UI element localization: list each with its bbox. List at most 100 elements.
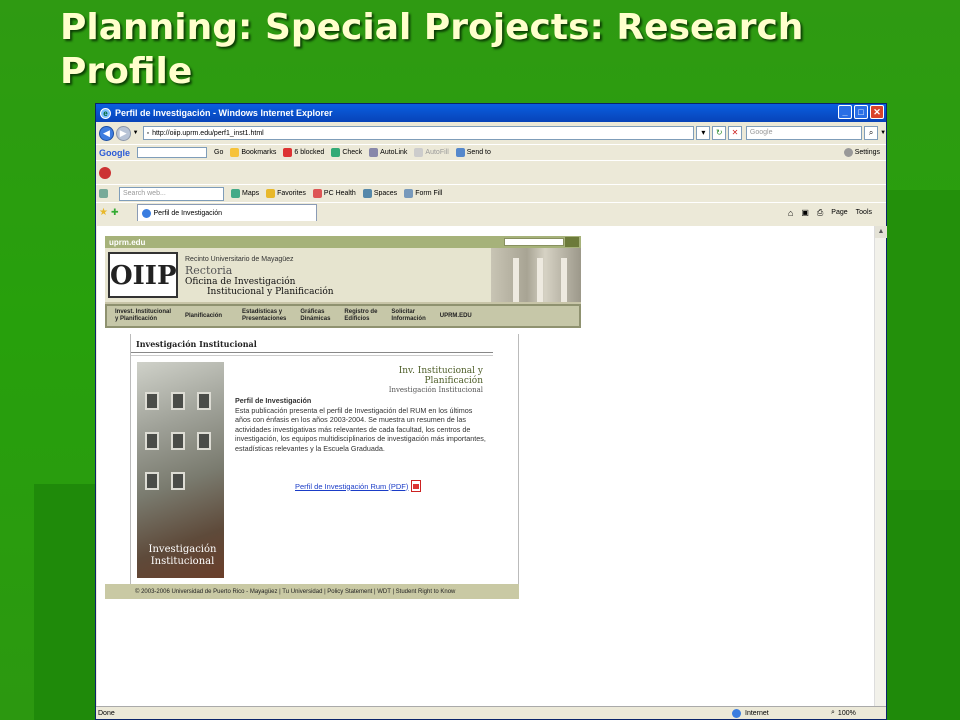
oficina-line-1: Oficina de Investigación [185, 277, 296, 287]
bookmarks-label: Bookmarks [241, 149, 277, 156]
site-topbar: uprm.edu [105, 236, 581, 248]
pdf-icon[interactable] [411, 480, 422, 492]
tab-bar: ★ ✚ Perfil de Investigación ⌂ ▣ ⎙ Page T… [96, 202, 886, 222]
favorites-label: Favorites [277, 190, 306, 197]
close-button[interactable]: ✕ [870, 105, 884, 119]
site-search-button[interactable] [565, 237, 579, 247]
favorites-button[interactable]: Favorites [266, 189, 306, 198]
web-search-input[interactable]: Search web... [119, 186, 224, 201]
page-menu-button[interactable]: Page [831, 209, 847, 216]
settings-button[interactable]: Settings [843, 148, 880, 157]
description-body: Esta publicación presenta el perfil de I… [235, 405, 486, 453]
status-text: Done [98, 709, 115, 717]
menu-graficas[interactable]: Gráficas Dinámicas [300, 309, 330, 323]
autolink-icon [369, 148, 379, 157]
ie-icon: e [100, 107, 111, 119]
browser-window: e Perfil de Investigación - Windows Inte… [95, 103, 887, 720]
forward-button[interactable]: ▶ [115, 125, 131, 141]
browser-search-input[interactable]: Google [745, 126, 863, 140]
oficina-line-2: Institucional y Planificación [207, 287, 334, 297]
autofill-button[interactable]: AutoFill [414, 148, 449, 157]
menu-invest-institucional[interactable]: Invest. Institucional y Planificación [115, 309, 171, 323]
zoom-icon[interactable]: ⌕ [831, 709, 835, 717]
maximize-button[interactable]: □ [854, 105, 868, 119]
address-toolbar: ◀ ▶ ▼ ▫ http://oiip.uprm.edu/perf1_inst1… [96, 122, 886, 144]
site-footer: © 2003-2006 Universidad de Puerto Rico -… [105, 584, 519, 599]
address-dropdown-button[interactable]: ▾ [696, 126, 711, 140]
recinto-text: Recinto Universitario de Mayagüez [185, 256, 294, 263]
refresh-button[interactable]: ↻ [712, 126, 727, 140]
page-icon: ▫ [146, 129, 150, 137]
google-toolbar: Google Go Bookmarks 6 blocked Check Auto… [96, 144, 886, 160]
feeds-icon[interactable]: ▣ [801, 208, 809, 217]
search-options-icon[interactable]: ▼ [880, 130, 886, 136]
history-dropdown-icon[interactable]: ▼ [133, 130, 139, 136]
vertical-scrollbar[interactable]: ▲ [874, 226, 887, 708]
menu-registro-edificios[interactable]: Registro de Edificios [344, 309, 377, 323]
send-icon [455, 148, 465, 157]
stop-button[interactable]: ✕ [728, 126, 742, 140]
spaces-label: Spaces [373, 190, 398, 197]
pdf-link-text[interactable]: Perfil de Investigación Rum (PDF) [295, 482, 408, 491]
maps-button[interactable]: Maps [231, 189, 259, 198]
spaces-icon [362, 189, 372, 198]
send-to-button[interactable]: Send to [455, 148, 491, 157]
tab-perfil[interactable]: Perfil de Investigación [136, 204, 317, 221]
links-toolbar: Search web... Maps Favorites PC Health S… [96, 184, 886, 202]
zoom-level[interactable]: 100% [838, 710, 856, 717]
print-icon[interactable]: ⎙ [817, 208, 823, 218]
menu-estadisticas[interactable]: Estadísticas y Presentaciones [242, 309, 286, 323]
photo-caption: Investigación Institucional [148, 544, 217, 567]
pc-health-button[interactable]: PC Health [312, 189, 356, 198]
bookmarks-button[interactable]: Bookmarks [230, 148, 276, 157]
blocked-label: 6 blocked [294, 149, 325, 156]
links-icon[interactable] [99, 189, 108, 198]
oiip-site: uprm.edu OIIP Recinto Universitario de M… [105, 236, 581, 328]
block-icon [283, 148, 293, 157]
scroll-up-icon[interactable]: ▲ [875, 226, 887, 238]
building-photo: Investigación Institucional [137, 362, 224, 578]
google-logo[interactable]: Google [99, 148, 130, 158]
google-go-button[interactable]: Go [214, 149, 223, 156]
menu-solicitar-info[interactable]: Solicitar Información [391, 309, 425, 323]
back-button[interactable]: ◀ [99, 125, 114, 141]
divider [131, 352, 493, 353]
gear-icon [843, 148, 853, 157]
settings-label: Settings [854, 149, 880, 156]
description: Perfil de Investigación Esta publicación… [235, 396, 487, 453]
autolink-button[interactable]: AutoLink [369, 148, 407, 157]
menu-planificacion[interactable]: Planificación [185, 313, 222, 320]
menu-uprm-edu[interactable]: UPRM.EDU [440, 313, 472, 320]
autofill-icon [414, 148, 424, 157]
form-icon [404, 189, 414, 198]
maps-label: Maps [242, 190, 260, 197]
form-fill-label: Form Fill [415, 190, 443, 197]
oiip-logo[interactable]: OIIP [108, 252, 178, 298]
uprm-brand[interactable]: uprm.edu [109, 238, 145, 247]
autofill-label: AutoFill [425, 149, 449, 156]
divider [131, 355, 493, 356]
check-button[interactable]: Check [331, 148, 362, 157]
spaces-button[interactable]: Spaces [362, 189, 398, 198]
address-bar[interactable]: ▫ http://oiip.uprm.edu/perf1_inst1.html [142, 126, 695, 140]
building-header-image [491, 248, 581, 302]
addon-icon[interactable] [99, 166, 111, 179]
pdf-download-link[interactable]: Perfil de Investigación Rum (PDF) [295, 480, 422, 492]
window-titlebar[interactable]: e Perfil de Investigación - Windows Inte… [96, 104, 886, 122]
home-icon[interactable]: ⌂ [788, 208, 793, 218]
section-heading: Investigación Institucional [136, 339, 257, 349]
site-search-input[interactable] [504, 238, 564, 246]
internet-zone-icon [732, 708, 741, 718]
minimize-button[interactable]: _ [838, 105, 852, 119]
background-block-right [886, 190, 960, 490]
search-icon[interactable]: ⌕ [864, 126, 879, 140]
popup-blocked-button[interactable]: 6 blocked [283, 148, 324, 157]
form-fill-button[interactable]: Form Fill [404, 189, 442, 198]
google-search-input[interactable] [137, 147, 207, 158]
tab-label: Perfil de Investigación [153, 209, 222, 217]
favorites-icon [266, 189, 276, 198]
add-favorite-icon[interactable]: ✚ [111, 207, 119, 218]
tools-menu-button[interactable]: Tools [856, 209, 872, 216]
page-viewport: uprm.edu OIIP Recinto Universitario de M… [97, 226, 875, 708]
favorites-star-icon[interactable]: ★ [99, 207, 108, 218]
